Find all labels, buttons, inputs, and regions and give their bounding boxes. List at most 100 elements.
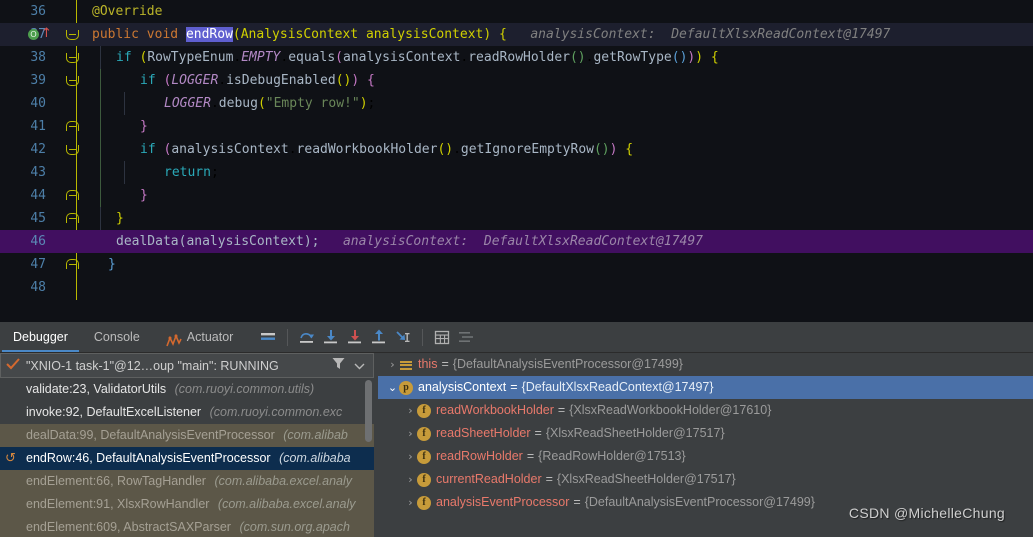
equals-sign: = <box>557 403 566 417</box>
code-line[interactable]: 39 if (LOGGER.isDebugEnabled()) { <box>0 69 1033 92</box>
chevron-right-icon[interactable]: › <box>386 353 399 376</box>
force-step-into-icon[interactable] <box>344 326 366 348</box>
debug-tool-window: Debugger Console Actuator "XNIO-1 task-1… <box>0 322 1033 537</box>
fold-marker-icon[interactable] <box>66 121 79 131</box>
chevron-right-icon[interactable]: › <box>404 399 417 422</box>
inline-debug-hint: analysisContext: DefaultXlsxReadContext@… <box>342 234 704 249</box>
frame-row[interactable]: endElement:66, RowTagHandler (com.alibab… <box>0 470 374 493</box>
code-line[interactable]: 45 } <box>0 207 1033 230</box>
tab-debugger-label: Debugger <box>13 329 68 344</box>
line-number: 40 <box>30 96 46 111</box>
field-icon: f <box>417 426 431 441</box>
frame-package: (com.alibaba <box>279 451 351 465</box>
variable-row[interactable]: › f readRowHolder = {ReadRowHolder@17513… <box>378 445 1033 468</box>
frame-row[interactable]: invoke:92, DefaultExcelListener (com.ruo… <box>0 401 374 424</box>
code-line[interactable]: 37 O ↑ public void endRow(AnalysisContex… <box>0 23 1033 46</box>
line-number: 42 <box>30 142 46 157</box>
reset-frame-icon[interactable]: ↺ <box>5 447 16 470</box>
frames-list[interactable]: validate:23, ValidatorUtils (com.ruoyi.c… <box>0 378 374 537</box>
keyword-void: void <box>146 27 179 42</box>
override-method-icon[interactable]: O <box>28 29 39 40</box>
thread-label: "XNIO-1 task-1"@12…oup "main": RUNNING <box>26 358 279 373</box>
line-number: 41 <box>30 119 46 134</box>
tab-debugger[interactable]: Debugger <box>0 322 81 352</box>
fold-marker-icon[interactable] <box>66 213 79 223</box>
code-line[interactable]: 36 @Override <box>0 0 1033 23</box>
code-text: if (LOGGER.isDebugEnabled()) { <box>140 73 375 88</box>
variable-value: {DefaultAnalysisEventProcessor@17499} <box>584 495 815 509</box>
code-line[interactable]: 44 } <box>0 184 1033 207</box>
equals-sign: = <box>545 472 553 486</box>
field-icon: f <box>417 449 431 464</box>
tab-console[interactable]: Console <box>81 322 153 352</box>
fold-marker-icon[interactable] <box>66 145 79 155</box>
code-line[interactable]: 42 if (analysisContext.readWorkbookHolde… <box>0 138 1033 161</box>
chevron-right-icon[interactable]: › <box>404 445 417 468</box>
frame-row[interactable]: endElement:609, AbstractSAXParser (com.s… <box>0 516 374 537</box>
fold-marker-icon[interactable] <box>66 53 79 63</box>
code-text: } <box>140 188 148 203</box>
running-check-icon <box>6 357 20 375</box>
code-text: return; <box>164 165 219 180</box>
frame-row[interactable]: validate:23, ValidatorUtils (com.ruoyi.c… <box>0 378 374 401</box>
chevron-right-icon[interactable]: › <box>404 468 417 491</box>
step-out-icon[interactable] <box>368 326 390 348</box>
line-number: 47 <box>30 257 46 272</box>
chevron-right-icon[interactable]: › <box>404 422 417 445</box>
variable-name: readRowHolder <box>436 449 523 463</box>
variable-value: {XlsxReadSheetHolder@17517} <box>545 426 725 440</box>
frame-row[interactable]: endElement:91, XlsxRowHandler (com.aliba… <box>0 493 374 516</box>
tab-actuator[interactable]: Actuator <box>153 322 247 352</box>
code-text: public void endRow(AnalysisContext analy… <box>92 23 890 46</box>
equals-sign: = <box>441 357 449 371</box>
step-into-icon[interactable] <box>320 326 342 348</box>
toolbar-divider <box>422 328 424 346</box>
variable-value: {ReadRowHolder@17513} <box>538 449 686 463</box>
fold-marker-icon[interactable] <box>66 259 79 269</box>
code-line[interactable]: 40 LOGGER.debug("Empty row!"); <box>0 92 1033 115</box>
fold-marker-icon[interactable] <box>66 190 79 200</box>
code-line[interactable]: 38 if (RowTypeEnum.EMPTY.equals(analysis… <box>0 46 1033 69</box>
parameter-icon: p <box>399 380 413 395</box>
chevron-down-icon[interactable]: ⌄ <box>386 376 399 399</box>
variable-value: {XlsxReadWorkbookHolder@17610} <box>569 403 772 417</box>
variable-row[interactable]: › f readWorkbookHolder = {XlsxReadWorkbo… <box>378 399 1033 422</box>
fold-marker-icon[interactable] <box>66 30 79 40</box>
frame-method: dealData:99, DefaultAnalysisEventProcess… <box>26 428 275 442</box>
chevron-down-icon[interactable] <box>350 357 368 375</box>
variable-row-selected[interactable]: ⌄ p analysisContext = {DefaultXlsxReadCo… <box>378 376 1033 399</box>
code-text: } <box>140 119 148 134</box>
frame-row-selected[interactable]: ↺ endRow:46, DefaultAnalysisEventProcess… <box>0 447 374 470</box>
code-text: if (RowTypeEnum.EMPTY.equals(analysisCon… <box>116 50 719 65</box>
frame-row[interactable]: dealData:99, DefaultAnalysisEventProcess… <box>0 424 374 447</box>
code-line[interactable]: 41 } <box>0 115 1033 138</box>
variable-name: readSheetHolder <box>436 426 531 440</box>
variable-row[interactable]: › f currentReadHolder = {XlsxReadSheetHo… <box>378 468 1033 491</box>
method-params: (AnalysisContext analysisContext) { <box>232 27 507 42</box>
code-editor[interactable]: 36 @Override 37 O ↑ public void endRow(A… <box>0 0 1033 322</box>
variable-row[interactable]: › this = {DefaultAnalysisEventProcessor@… <box>378 353 1033 376</box>
frame-package: (com.alibaba.excel.analy <box>214 474 353 488</box>
keyword-public: public <box>92 27 139 42</box>
frame-package: (com.ruoyi.common.exc <box>209 405 343 419</box>
settings-icon[interactable] <box>455 326 477 348</box>
frames-scrollbar[interactable] <box>365 380 372 442</box>
show-execution-point-icon[interactable] <box>257 326 279 348</box>
code-line-execution-point[interactable]: 46 dealData(analysisContext); analysisCo… <box>0 230 1033 253</box>
evaluate-expression-icon[interactable] <box>431 326 453 348</box>
line-number: 45 <box>30 211 46 226</box>
fold-marker-icon[interactable] <box>66 76 79 86</box>
variable-name: analysisContext <box>418 380 507 394</box>
code-line[interactable]: 43 return; <box>0 161 1033 184</box>
chevron-right-icon[interactable]: › <box>404 491 417 514</box>
run-to-cursor-icon[interactable] <box>392 326 414 348</box>
code-line[interactable]: 47 } <box>0 253 1033 276</box>
step-over-icon[interactable] <box>296 326 318 348</box>
line-number: 36 <box>30 4 46 19</box>
variable-value: {DefaultXlsxReadContext@17497} <box>521 380 714 394</box>
thread-selector[interactable]: "XNIO-1 task-1"@12…oup "main": RUNNING <box>0 353 374 378</box>
filter-icon[interactable] <box>332 357 350 375</box>
code-line[interactable]: 48 <box>0 276 1033 299</box>
variable-row[interactable]: › f readSheetHolder = {XlsxReadSheetHold… <box>378 422 1033 445</box>
tab-console-label: Console <box>93 329 140 344</box>
